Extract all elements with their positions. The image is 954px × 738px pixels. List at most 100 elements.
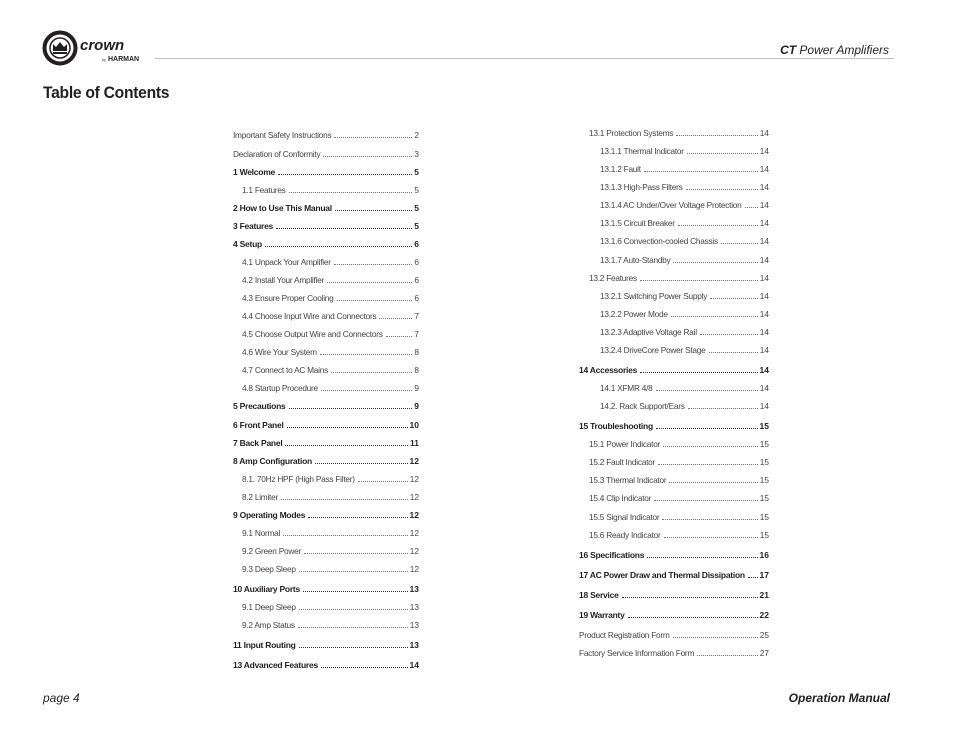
toc-entry[interactable]: 1 Welcome 5 <box>233 167 419 178</box>
toc-entry[interactable]: 8 Amp Configuration 12 <box>233 456 419 467</box>
toc-entry[interactable]: 13.2.4 DriveCore Power Stage 14 <box>600 345 769 356</box>
toc-entry[interactable]: 13.1.7 Auto-Standby 14 <box>600 255 769 266</box>
toc-entry[interactable]: 13.2 Features 14 <box>589 273 769 284</box>
toc-entry[interactable]: 15.6 Ready Indicator 15 <box>589 530 769 541</box>
toc-entry[interactable]: 13.1.2 Fault 14 <box>600 164 769 175</box>
toc-entry[interactable]: 4.1 Unpack Your Amplifier 6 <box>242 257 419 268</box>
toc-entry-label: 14 Accessories <box>579 365 638 375</box>
toc-entry-page: 21 <box>759 590 769 600</box>
toc-entry-page: 14 <box>759 291 769 301</box>
dot-leader <box>298 647 408 648</box>
dot-leader <box>278 174 413 175</box>
toc-entry-page: 13 <box>409 620 419 630</box>
toc-entry[interactable]: 6 Front Panel 10 <box>233 420 419 431</box>
toc-entry[interactable]: 13.1.5 Circuit Breaker 14 <box>600 218 769 229</box>
toc-entry[interactable]: 8.2 Limiter 12 <box>242 492 419 503</box>
toc-entry-label: 10 Auxiliary Ports <box>233 584 300 594</box>
toc-entry-label: 15.4 Clip Indicator <box>589 493 652 503</box>
toc-entry[interactable]: 13.1.1 Thermal Indicator 14 <box>600 146 769 157</box>
toc-entry[interactable]: 19 Warranty 22 <box>579 610 769 621</box>
toc-entry[interactable]: 10 Auxiliary Ports 13 <box>233 584 419 595</box>
toc-entry[interactable]: Factory Service Information Form 27 <box>579 648 769 659</box>
toc-entry[interactable]: 16 Specifications 16 <box>579 550 769 561</box>
toc-entry[interactable]: 15.4 Clip Indicator 15 <box>589 493 769 504</box>
toc-entry[interactable]: 5 Precautions 9 <box>233 401 419 412</box>
toc-entry-page: 8 <box>414 347 419 357</box>
toc-entry[interactable]: 9.2 Amp Status 13 <box>242 620 419 631</box>
toc-entry[interactable]: 13.1.6 Convection-cooled Chassis 14 <box>600 236 769 247</box>
toc-entry-page: 22 <box>759 610 769 620</box>
toc-entry[interactable]: 15.2 Fault Indicator 15 <box>589 457 769 468</box>
toc-entry[interactable]: 4 Setup 6 <box>233 239 419 250</box>
toc-entry-page: 14 <box>759 182 769 192</box>
toc-entry-label: 17 AC Power Draw and Thermal Dissipation <box>579 570 745 580</box>
toc-entry[interactable]: 4.8 Startup Procedure 9 <box>242 383 419 394</box>
dot-leader <box>298 571 408 572</box>
toc-entry[interactable]: 3 Features 5 <box>233 221 419 232</box>
toc-entry[interactable]: 13.2.2 Power Mode 14 <box>600 309 769 320</box>
toc-entry-page: 14 <box>759 146 769 156</box>
toc-entry[interactable]: Important Safety Instructions 2 <box>233 130 419 141</box>
dot-leader <box>663 537 758 538</box>
toc-entry-page: 14 <box>759 164 769 174</box>
dot-leader <box>385 336 413 337</box>
dot-leader <box>280 499 408 500</box>
toc-entry[interactable]: 14 Accessories 14 <box>579 365 769 376</box>
toc-entry[interactable]: 13 Advanced Features 14 <box>233 660 419 671</box>
crown-harman-logo: crown by HARMAN <box>42 30 139 66</box>
toc-entry[interactable]: 14.1 XFMR 4/8 14 <box>600 383 769 394</box>
toc-entry-page: 6 <box>414 239 419 249</box>
toc-entry[interactable]: 11 Input Routing 13 <box>233 640 419 651</box>
dot-leader <box>673 262 758 263</box>
toc-entry-label: 4.7 Connect to AC Mains <box>242 365 329 375</box>
toc-entry[interactable]: 13.1.4 AC Under/Over Voltage Protection 1… <box>600 200 769 211</box>
toc-entry[interactable]: 7 Back Panel 11 <box>233 438 419 449</box>
toc-entry[interactable]: 4.7 Connect to AC Mains 8 <box>242 365 419 376</box>
dot-leader <box>334 137 413 138</box>
toc-entry-label: 4.4 Choose Input Wire and Connectors <box>242 311 377 321</box>
toc-entry[interactable]: 4.6 Wire Your System 8 <box>242 347 419 358</box>
toc-entry[interactable]: 4.5 Choose Output Wire and Connectors 7 <box>242 329 419 340</box>
toc-entry[interactable]: 1.1 Features 5 <box>242 185 419 196</box>
dot-leader <box>655 390 758 391</box>
toc-entry-label: 13.2 Features <box>589 273 637 283</box>
toc-entry[interactable]: 14.2. Rack Support/Ears 14 <box>600 401 769 412</box>
toc-entry[interactable]: Declaration of Conformity 3 <box>233 149 419 160</box>
toc-entry[interactable]: 9 Operating Modes 12 <box>233 510 419 521</box>
toc-entry-label: 4.6 Wire Your System <box>242 347 317 357</box>
dot-leader <box>687 408 758 409</box>
toc-entry-page: 12 <box>409 474 419 484</box>
toc-entry[interactable]: 9.1 Normal 12 <box>242 528 419 539</box>
toc-entry-label: 4.5 Choose Output Wire and Connectors <box>242 329 383 339</box>
toc-entry-label: 2 How to Use This Manual <box>233 203 332 213</box>
dot-leader <box>298 609 408 610</box>
toc-entry[interactable]: 15.5 Signal Indicator 15 <box>589 512 769 523</box>
toc-entry[interactable]: Product Registration Form 25 <box>579 630 769 641</box>
toc-entry-label: 11 Input Routing <box>233 640 296 650</box>
toc-entry[interactable]: 9.2 Green Power 12 <box>242 546 419 557</box>
toc-entry[interactable]: 18 Service 21 <box>579 590 769 601</box>
toc-entry[interactable]: 17 AC Power Draw and Thermal Dissipation… <box>579 570 769 581</box>
toc-entry[interactable]: 4.2 Install Your Amplifier 6 <box>242 275 419 286</box>
toc-entry[interactable]: 15 Troubleshooting 15 <box>579 421 769 432</box>
toc-entry[interactable]: 13.2.1 Switching Power Supply 14 <box>600 291 769 302</box>
toc-entry-label: Factory Service Information Form <box>579 648 695 658</box>
dot-leader <box>662 519 758 520</box>
toc-entry[interactable]: 9.1 Deep Sleep 13 <box>242 602 419 613</box>
toc-entry[interactable]: 8.1. 70Hz HPF (High Pass Filter) 12 <box>242 474 419 485</box>
toc-entry-page: 13 <box>409 584 419 594</box>
manual-title: Operation Manual <box>788 691 890 705</box>
toc-entry[interactable]: 13.1.3 High-Pass Filters 14 <box>600 182 769 193</box>
toc-entry-label: Product Registration Form <box>579 630 670 640</box>
dot-leader <box>288 192 413 193</box>
toc-entry[interactable]: 4.3 Ensure Proper Cooling 6 <box>242 293 419 304</box>
toc-entry[interactable]: 13.2.3 Adaptive Voltage Rail 14 <box>600 327 769 338</box>
toc-entry[interactable]: 13.1 Protection Systems 14 <box>589 128 769 139</box>
toc-entry[interactable]: 15.1 Power Indicator 15 <box>589 439 769 450</box>
toc-entry[interactable]: 4.4 Choose Input Wire and Connectors 7 <box>242 311 419 322</box>
toc-entry[interactable]: 15.3 Thermal Indicator 15 <box>589 475 769 486</box>
toc-entry[interactable]: 2 How to Use This Manual 5 <box>233 203 419 214</box>
dot-leader <box>640 372 758 373</box>
svg-text:HARMAN: HARMAN <box>108 56 139 63</box>
toc-entry[interactable]: 9.3 Deep Sleep 12 <box>242 564 419 575</box>
